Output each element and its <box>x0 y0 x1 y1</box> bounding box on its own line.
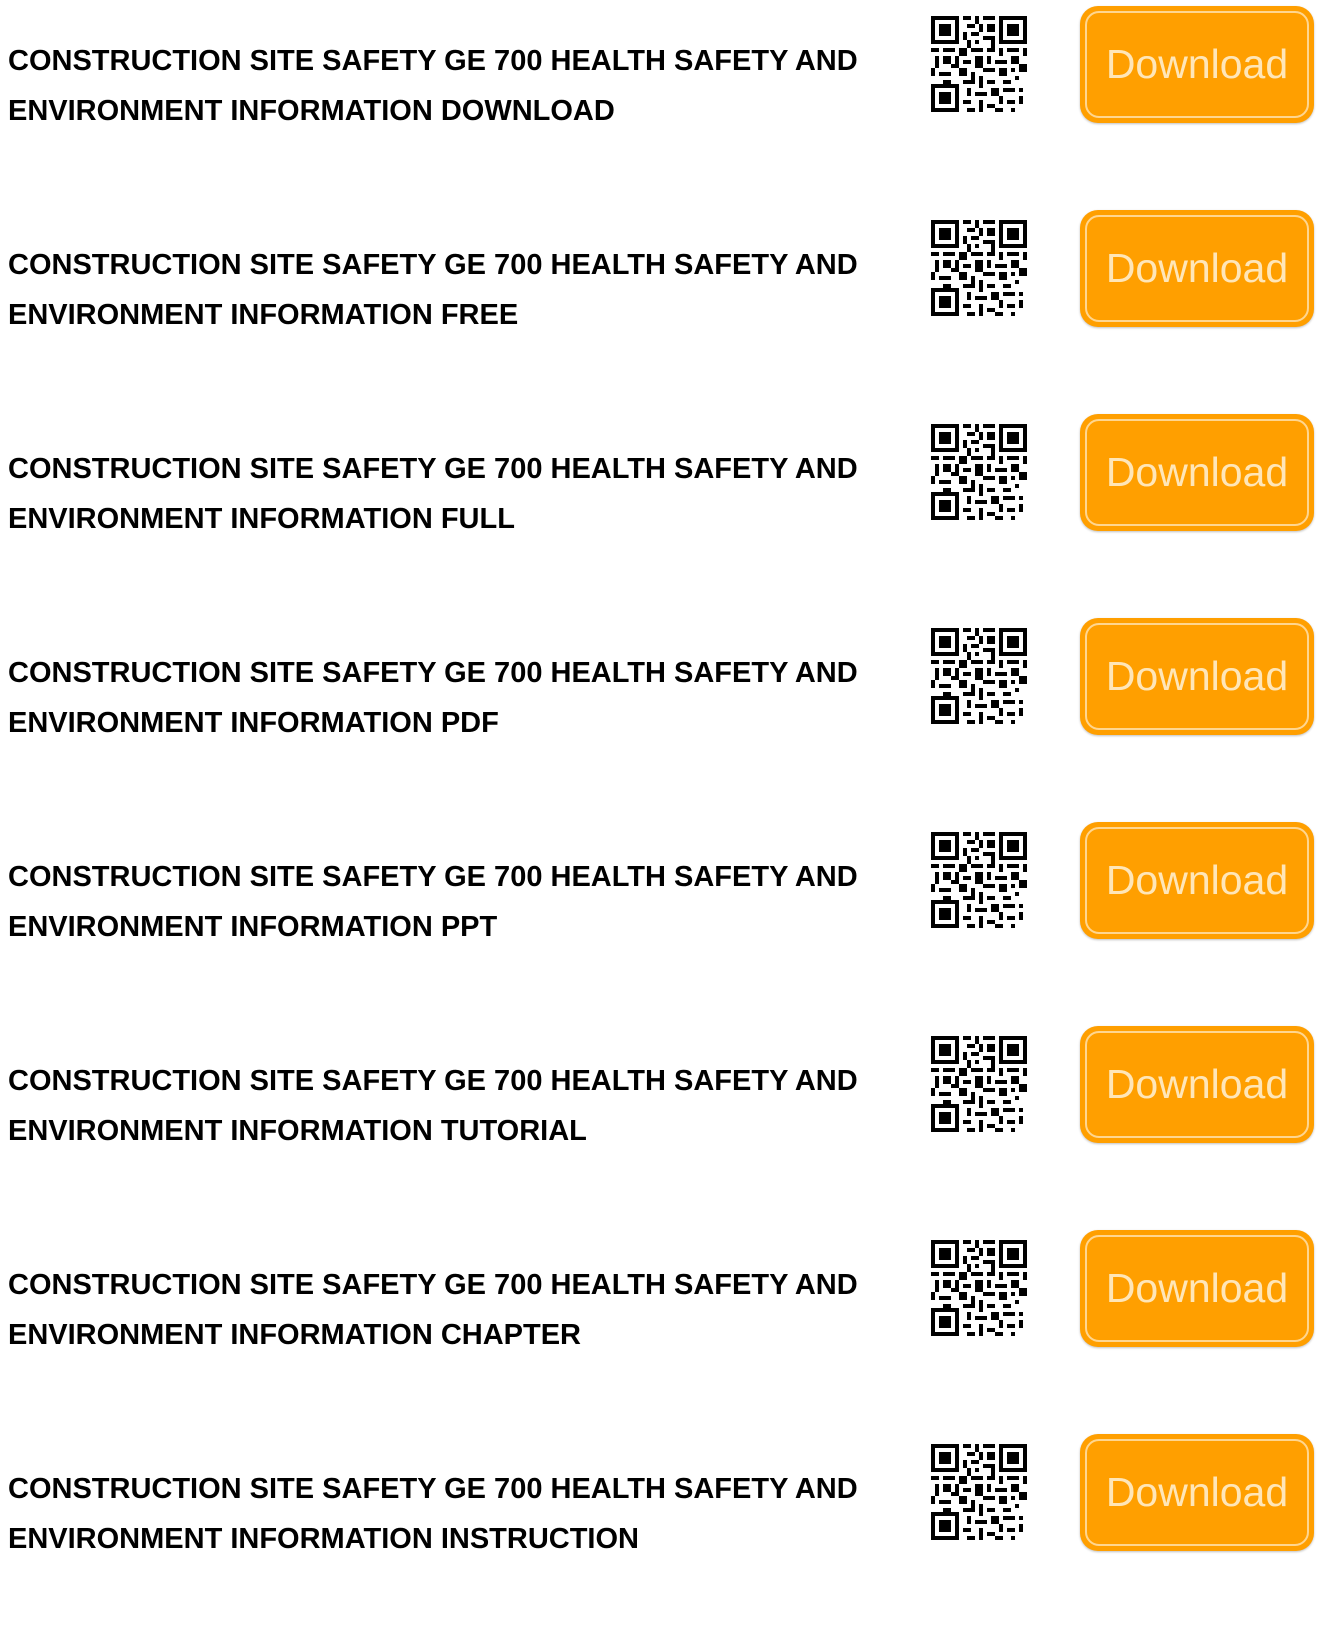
item-title-link[interactable]: CONSTRUCTION SITE SAFETY GE 700 HEALTH S… <box>8 36 888 136</box>
list-item: CONSTRUCTION SITE SAFETY GE 700 HEALTH S… <box>0 816 1317 1020</box>
item-title-link[interactable]: CONSTRUCTION SITE SAFETY GE 700 HEALTH S… <box>8 1464 888 1564</box>
list-item: CONSTRUCTION SITE SAFETY GE 700 HEALTH S… <box>0 1428 1317 1632</box>
list-item: CONSTRUCTION SITE SAFETY GE 700 HEALTH S… <box>0 204 1317 408</box>
download-button-label: Download <box>1105 653 1289 699</box>
qr-code-icon <box>931 1036 1027 1132</box>
download-button-label: Download <box>1105 41 1289 87</box>
download-button[interactable]: Download <box>1080 414 1314 531</box>
qr-code-icon <box>931 832 1027 928</box>
download-button[interactable]: Download <box>1080 1230 1314 1347</box>
item-title-link[interactable]: CONSTRUCTION SITE SAFETY GE 700 HEALTH S… <box>8 1260 888 1360</box>
item-title-link[interactable]: CONSTRUCTION SITE SAFETY GE 700 HEALTH S… <box>8 852 888 952</box>
list-item: CONSTRUCTION SITE SAFETY GE 700 HEALTH S… <box>0 612 1317 816</box>
download-button-label: Download <box>1105 449 1289 495</box>
download-button[interactable]: Download <box>1080 618 1314 735</box>
qr-code-icon <box>931 1240 1027 1336</box>
item-title-link[interactable]: CONSTRUCTION SITE SAFETY GE 700 HEALTH S… <box>8 444 888 544</box>
list-item: CONSTRUCTION SITE SAFETY GE 700 HEALTH S… <box>0 408 1317 612</box>
download-button[interactable]: Download <box>1080 6 1314 123</box>
download-button-label: Download <box>1105 1265 1289 1311</box>
qr-code-icon <box>931 628 1027 724</box>
qr-code-icon <box>931 424 1027 520</box>
download-button[interactable]: Download <box>1080 210 1314 327</box>
list-item: CONSTRUCTION SITE SAFETY GE 700 HEALTH S… <box>0 0 1317 204</box>
download-button-label: Download <box>1105 1061 1289 1107</box>
qr-code-icon <box>931 1444 1027 1540</box>
item-title-link[interactable]: CONSTRUCTION SITE SAFETY GE 700 HEALTH S… <box>8 648 888 748</box>
download-button[interactable]: Download <box>1080 1434 1314 1551</box>
list-item: CONSTRUCTION SITE SAFETY GE 700 HEALTH S… <box>0 1020 1317 1224</box>
qr-code-icon <box>931 220 1027 316</box>
list-item: CONSTRUCTION SITE SAFETY GE 700 HEALTH S… <box>0 1224 1317 1428</box>
download-button-label: Download <box>1105 245 1289 291</box>
item-title-link[interactable]: CONSTRUCTION SITE SAFETY GE 700 HEALTH S… <box>8 240 888 340</box>
download-button[interactable]: Download <box>1080 1026 1314 1143</box>
download-button[interactable]: Download <box>1080 822 1314 939</box>
download-button-label: Download <box>1105 857 1289 903</box>
download-button-label: Download <box>1105 1469 1289 1515</box>
item-title-link[interactable]: CONSTRUCTION SITE SAFETY GE 700 HEALTH S… <box>8 1056 888 1156</box>
qr-code-icon <box>931 16 1027 112</box>
